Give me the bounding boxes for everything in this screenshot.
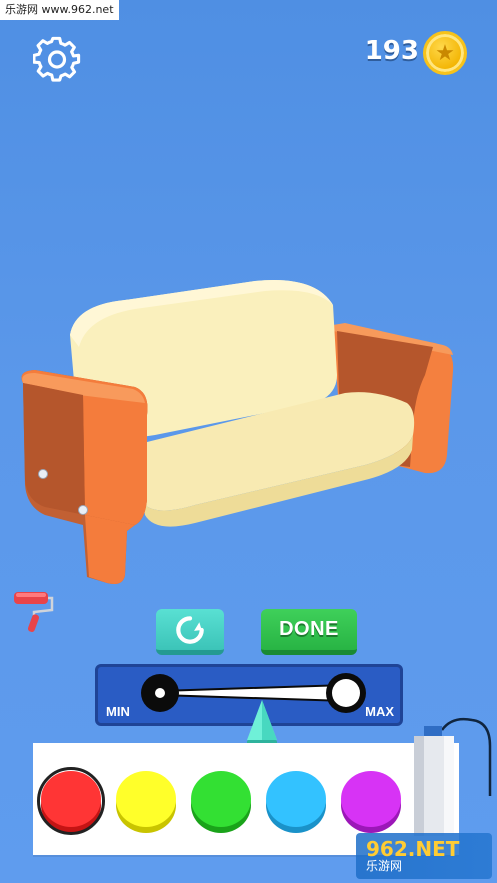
- slider-min-label: MIN: [106, 704, 130, 719]
- sofa-model: [21, 280, 454, 584]
- swatch-face: [191, 771, 251, 827]
- swatch-face: [266, 771, 326, 827]
- slider-max-label: MAX: [365, 704, 394, 719]
- gear-icon: [32, 36, 81, 82]
- color-swatch-red[interactable]: [37, 767, 105, 835]
- settings-button[interactable]: [32, 36, 81, 84]
- star-coin-icon: ★: [423, 31, 467, 75]
- watermark-brand: 962.NET: [366, 837, 460, 861]
- slider-pointer[interactable]: [245, 700, 279, 748]
- selected-ring: [37, 767, 105, 835]
- swatch-face: [116, 771, 176, 827]
- rotate-icon: [176, 615, 204, 644]
- reset-button[interactable]: [156, 609, 224, 655]
- watermark-sub: 乐游网: [366, 859, 403, 873]
- watermark-bottom: 962.NET 乐游网: [356, 833, 492, 879]
- paint-roller-icon[interactable]: [12, 586, 54, 634]
- done-button[interactable]: DONE: [261, 609, 357, 655]
- coin-count: 193: [364, 36, 419, 66]
- slider-min-knob[interactable]: [141, 674, 179, 712]
- color-swatch-purple[interactable]: [341, 771, 401, 833]
- swatch-face: [341, 771, 401, 827]
- watermark-top: 乐游网 www.962.net: [0, 0, 119, 20]
- slider-max-knob[interactable]: [326, 673, 366, 713]
- paint-can: [414, 717, 492, 836]
- color-swatch-green[interactable]: [191, 771, 251, 833]
- color-swatch-light-blue[interactable]: [266, 771, 326, 833]
- color-swatch-yellow[interactable]: [116, 771, 176, 833]
